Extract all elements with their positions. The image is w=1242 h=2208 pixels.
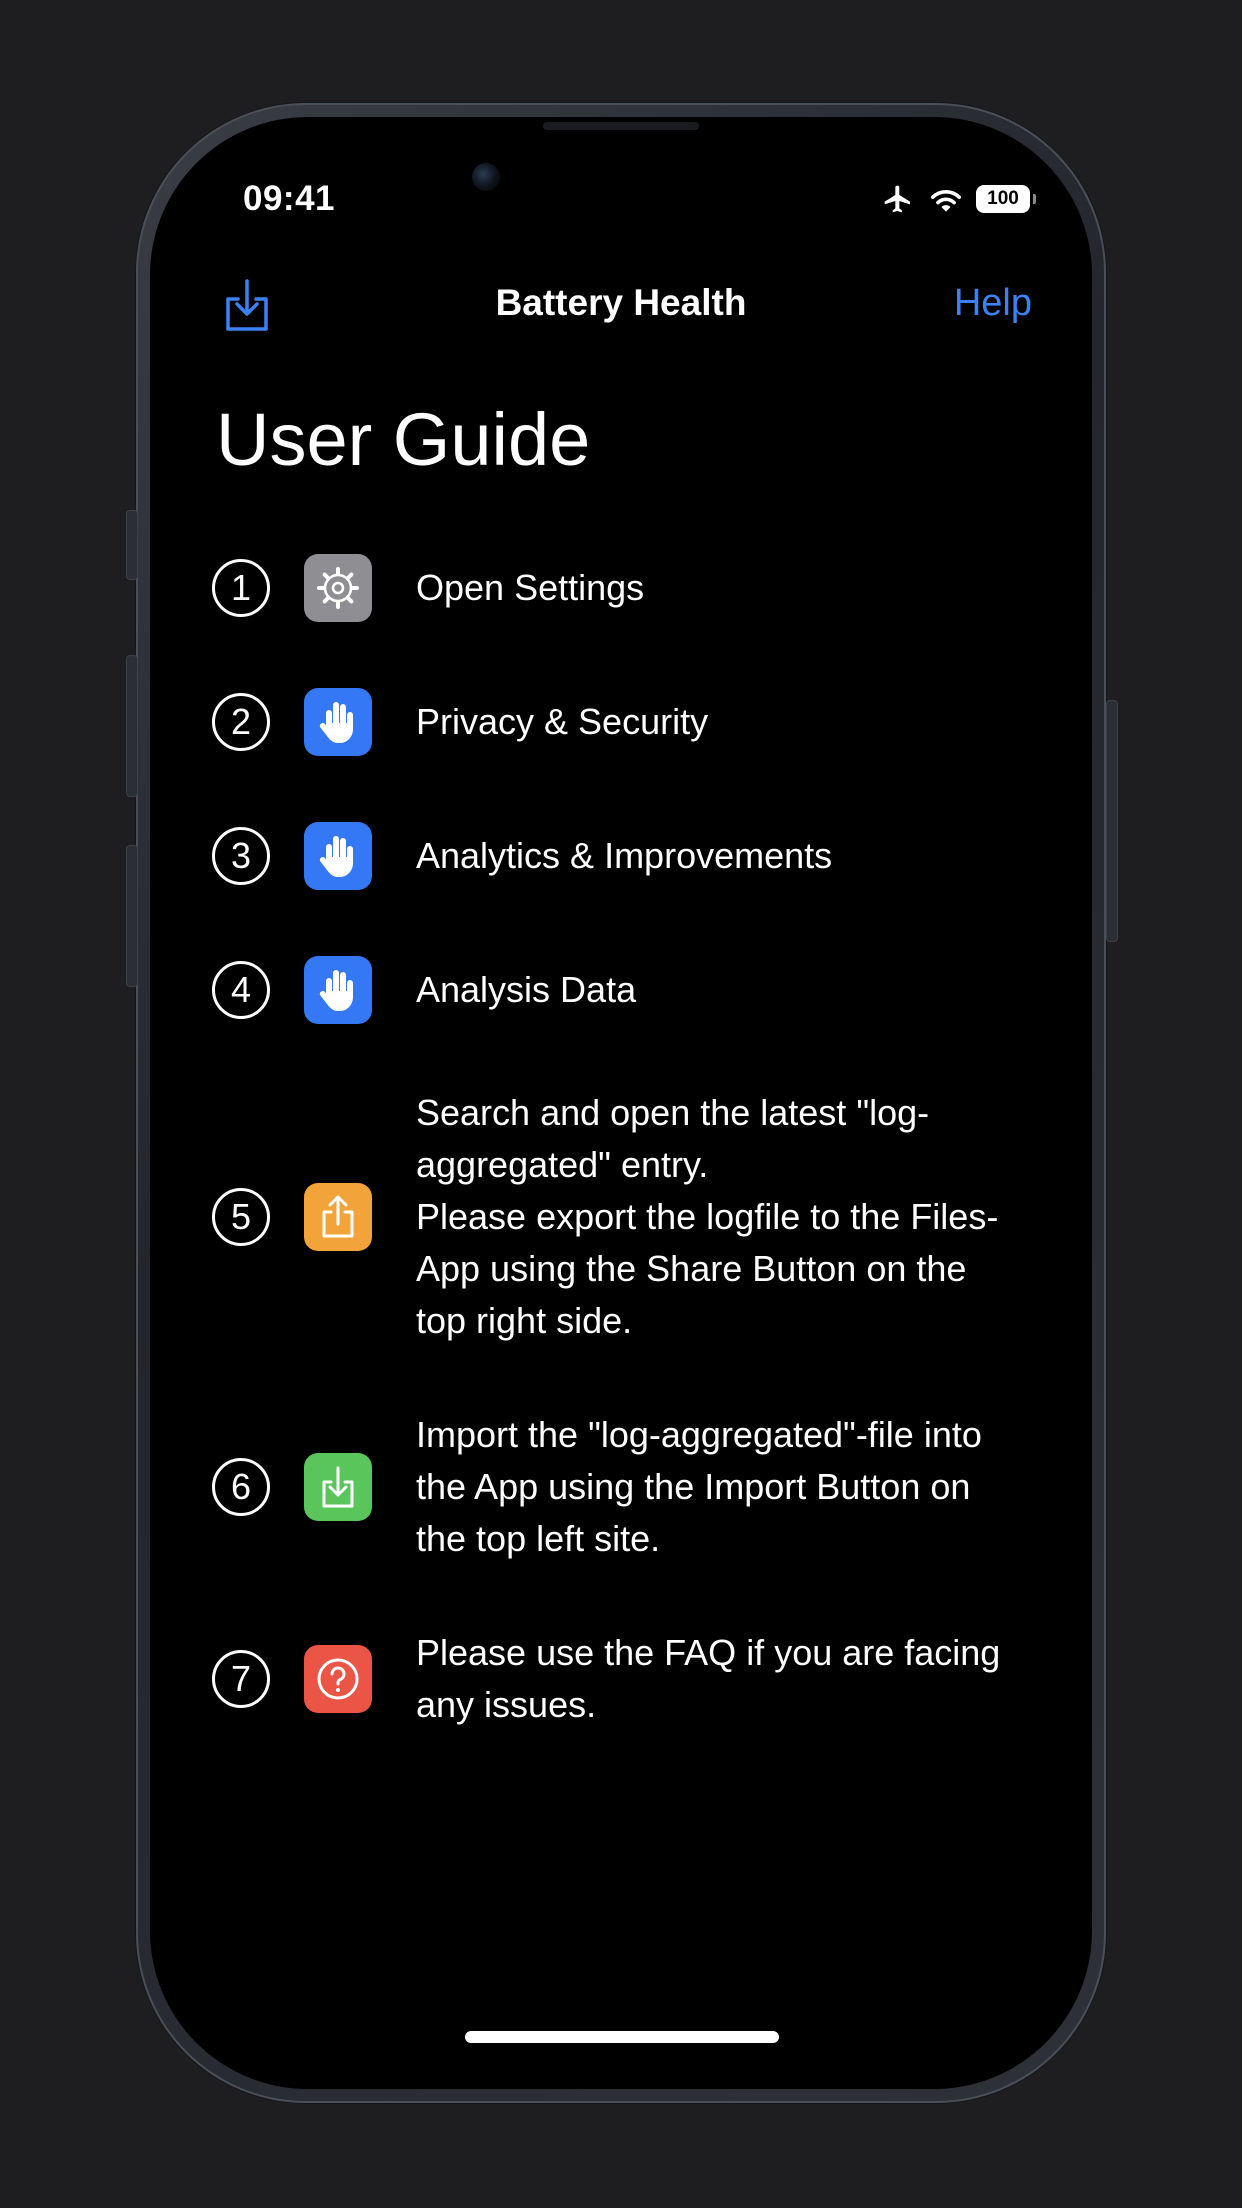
step-text: Import the "log-aggregated"-file into th…: [416, 1414, 982, 1559]
faq-app-icon: [304, 1645, 372, 1713]
step-text: Analysis Data: [416, 969, 637, 1010]
step-number: 6: [212, 1458, 270, 1516]
device-stage: 09:41 100 Battery Health Help User Guide: [0, 0, 1242, 2208]
analytics-app-icon: [304, 822, 372, 890]
step-text: Analytics & Improvements: [416, 835, 833, 876]
status-icons: 100: [880, 181, 1036, 217]
analysis-data-app-icon: [304, 956, 372, 1024]
privacy-app-icon: [304, 688, 372, 756]
import-icon: [322, 1466, 354, 1508]
settings-gear-icon: [317, 567, 359, 609]
step-6: 6 Import the "log-aggregated"-file into …: [212, 1409, 1032, 1565]
volume-down-button: [126, 845, 138, 987]
step-7: 7 Please use the FAQ if you are facing a…: [212, 1627, 1032, 1731]
hand-raised-icon: [319, 836, 353, 877]
step-text: Search and open the latest "log-aggregat…: [416, 1092, 999, 1341]
battery-level: 100: [987, 188, 1019, 209]
step-text: Please use the FAQ if you are facing any…: [416, 1632, 1001, 1725]
front-camera: [472, 163, 500, 191]
question-circle-icon: [317, 1658, 359, 1700]
settings-app-icon: [304, 554, 372, 622]
step-1: 1 Open Settings: [212, 554, 1032, 622]
step-text: Open Settings: [416, 567, 645, 608]
share-icon: [322, 1195, 354, 1238]
screen: 09:41 100 Battery Health Help User Guide: [150, 117, 1092, 2089]
step-number: 5: [212, 1188, 270, 1246]
step-2: 2 Privacy & Security: [212, 688, 1032, 756]
status-time: 09:41: [243, 179, 336, 218]
import-app-icon: [304, 1453, 372, 1521]
earpiece: [543, 122, 699, 130]
hand-raised-icon: [319, 702, 353, 743]
nav-title: Battery Health: [495, 282, 747, 323]
share-app-icon: [304, 1183, 372, 1251]
step-number: 7: [212, 1650, 270, 1708]
step-number: 4: [212, 961, 270, 1019]
step-number: 1: [212, 559, 270, 617]
power-button: [1106, 700, 1118, 942]
step-3: 3 Analytics & Improvements: [212, 822, 1032, 890]
step-number: 3: [212, 827, 270, 885]
step-4: 4 Analysis Data: [212, 956, 1032, 1024]
help-button[interactable]: Help: [954, 282, 1032, 325]
step-5: 5 Search and open the latest "log-aggreg…: [212, 1087, 1032, 1347]
airplane-icon: [884, 185, 910, 213]
battery-indicator: 100: [976, 185, 1036, 213]
volume-up-button: [126, 655, 138, 797]
home-indicator[interactable]: [465, 2031, 779, 2043]
hand-raised-icon: [319, 970, 353, 1011]
step-text: Privacy & Security: [416, 701, 709, 742]
wifi-icon: [931, 190, 961, 212]
action-button: [126, 510, 138, 580]
page-title: User Guide: [216, 398, 591, 481]
step-number: 2: [212, 693, 270, 751]
